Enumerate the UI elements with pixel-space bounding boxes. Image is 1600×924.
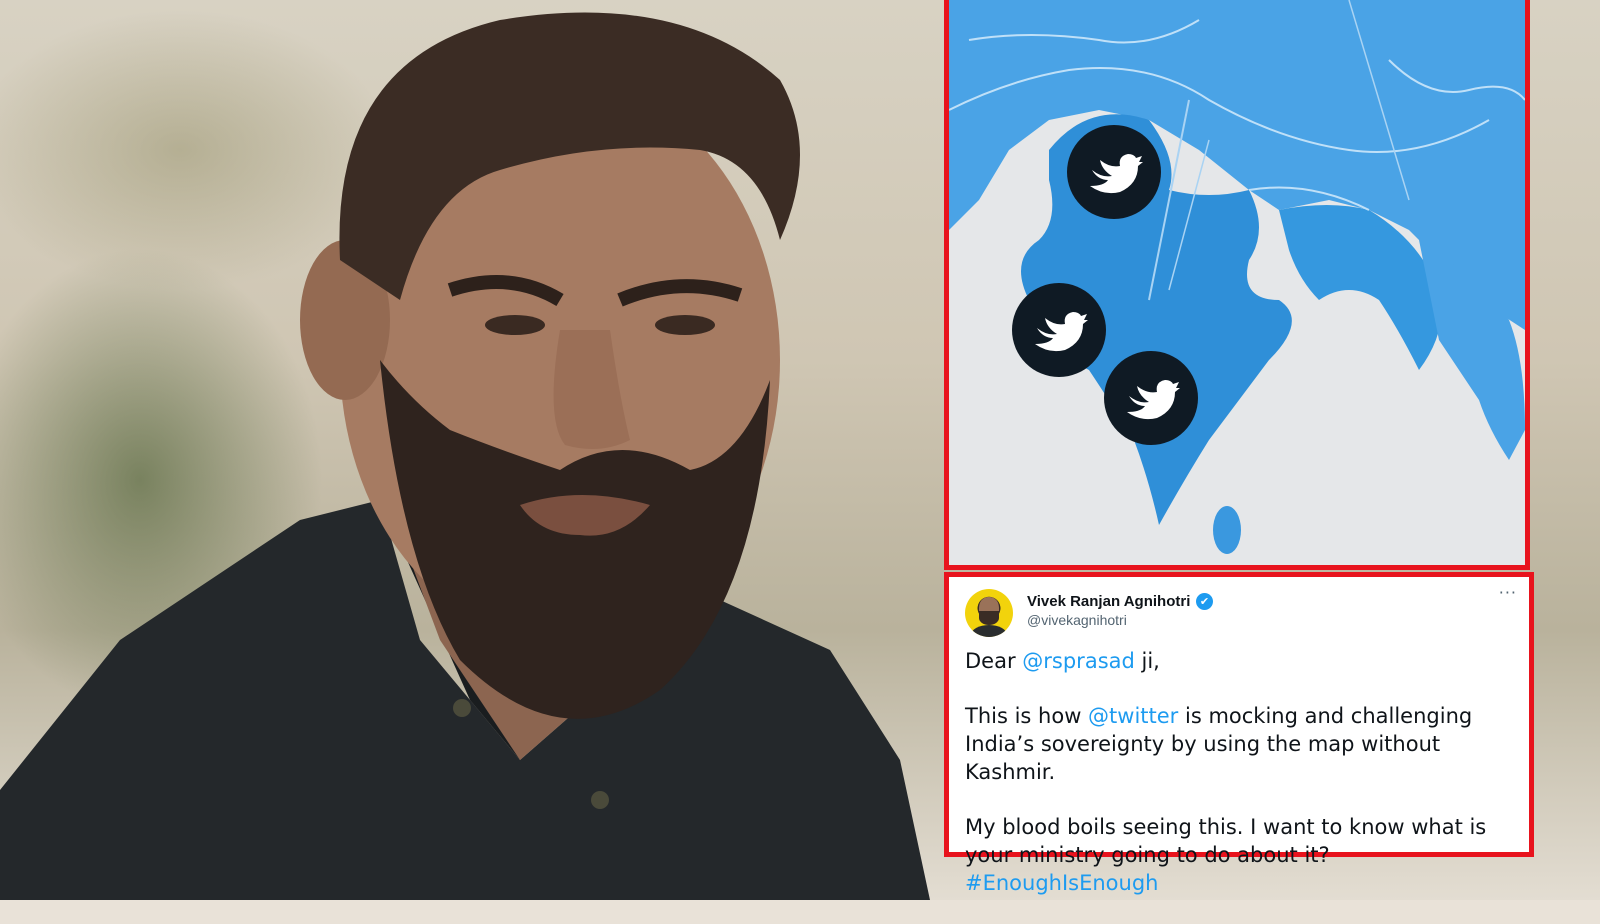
- tweet-text: Dear @rsprasad ji, This is how @twitter …: [965, 647, 1525, 924]
- twitter-map-image: [944, 0, 1530, 570]
- twitter-bird-icon: [1012, 283, 1106, 377]
- hashtag-link[interactable]: #EnoughIsEnough: [965, 871, 1158, 895]
- more-options-icon[interactable]: ···: [1499, 583, 1517, 602]
- avatar[interactable]: [965, 589, 1013, 637]
- tweet-paragraph: My blood boils seeing this. I want to kn…: [965, 815, 1487, 895]
- mention-link[interactable]: @rsprasad: [1022, 649, 1135, 673]
- mention-link[interactable]: @twitter: [1088, 704, 1178, 728]
- author-handle[interactable]: @vivekagnihotri: [1027, 612, 1127, 628]
- verified-badge-icon: ✔: [1196, 593, 1213, 610]
- author-name[interactable]: Vivek Ranjan Agnihotri: [1027, 593, 1190, 610]
- tweet-paragraph: Dear @rsprasad ji,: [965, 649, 1160, 673]
- tweet-paragraph: This is how @twitter is mocking and chal…: [965, 704, 1473, 784]
- portrait-photo: [0, 12, 930, 900]
- twitter-bird-icon: [1104, 351, 1198, 445]
- twitter-bird-icon: [1067, 125, 1161, 219]
- tweet-card: Vivek Ranjan Agnihotri ✔ @vivekagnihotri…: [944, 572, 1534, 895]
